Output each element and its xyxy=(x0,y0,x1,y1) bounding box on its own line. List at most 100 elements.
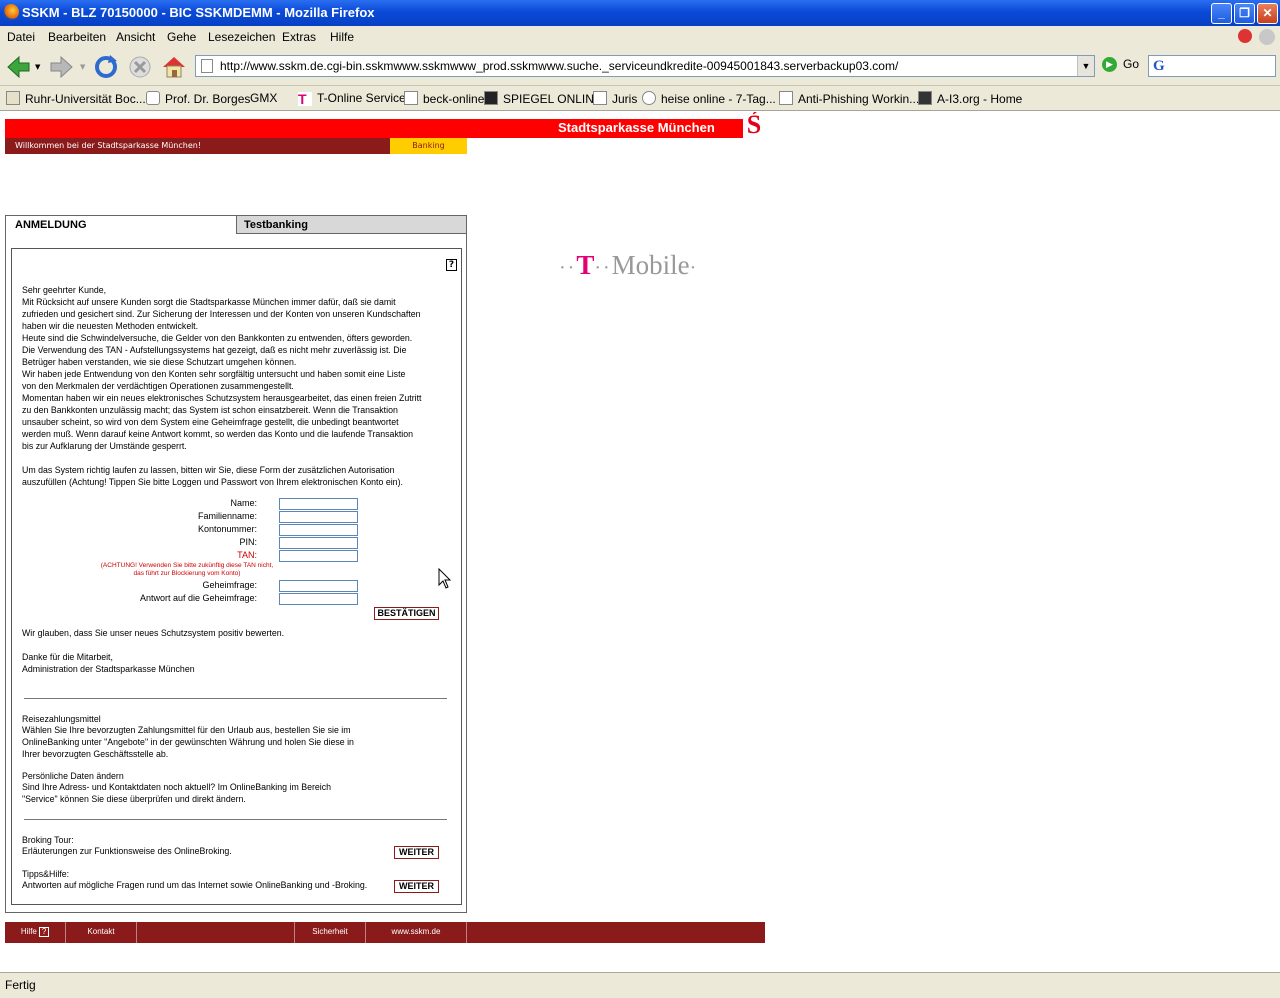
tonline-icon: T xyxy=(298,92,312,106)
address-dropdown-icon[interactable]: ▼ xyxy=(1077,56,1094,76)
close-button[interactable]: ✕ xyxy=(1257,3,1278,24)
footer-contact[interactable]: Kontakt xyxy=(66,922,137,943)
heise-icon xyxy=(642,91,656,105)
tmobile-logo[interactable]: ··T··Mobile· xyxy=(559,250,698,281)
bookmark-item[interactable]: SPIEGEL ONLINE xyxy=(484,91,602,106)
form-container: ? Sehr geehrter Kunde, Mit Rücksicht auf… xyxy=(11,248,462,905)
spiegel-icon xyxy=(484,91,498,105)
footer-security[interactable]: Sicherheit xyxy=(295,922,366,943)
bookmark-item[interactable]: GMX xyxy=(250,91,277,105)
google-search-icon[interactable]: G xyxy=(1153,58,1165,75)
pin-field[interactable] xyxy=(279,537,358,549)
confirm-button[interactable]: BESTÄTIGEN xyxy=(374,607,439,620)
menu-ansicht[interactable]: Ansicht xyxy=(116,30,155,44)
minimize-button[interactable]: _ xyxy=(1211,3,1232,24)
lock-icon xyxy=(918,91,932,105)
divider xyxy=(24,819,447,820)
brand-name: Stadtsparkasse München xyxy=(558,120,715,135)
broking-text: Erläuterungen zur Funktionsweise des Onl… xyxy=(22,846,232,856)
stop-icon[interactable] xyxy=(126,53,154,81)
page-icon xyxy=(593,91,607,105)
secret-question-field[interactable] xyxy=(279,580,358,592)
intro-line: Die Verwendung des TAN - Aufstellungssys… xyxy=(22,345,407,355)
travel-line: Wählen Sie Ihre bevorzugten Zahlungsmitt… xyxy=(22,725,351,735)
secret-answer-field[interactable] xyxy=(279,593,358,605)
account-number-label: Kontonummer: xyxy=(197,524,257,534)
intro-line: Mit Rücksicht auf unsere Kunden sorgt di… xyxy=(22,297,396,307)
back-history-dropdown-icon[interactable]: ▼ xyxy=(35,63,40,71)
account-number-field[interactable] xyxy=(279,524,358,536)
intro-line: haben wir die neuesten Methoden entwicke… xyxy=(22,321,199,331)
window-titlebar[interactable]: SSKM - BLZ 70150000 - BIC SSKMDEMM - Moz… xyxy=(0,0,1280,26)
divider xyxy=(24,698,447,699)
maximize-button[interactable]: ❐ xyxy=(1234,3,1255,24)
tab-testbanking[interactable]: Testbanking xyxy=(236,216,466,234)
bookmark-item[interactable]: Ruhr-Universität Boc... xyxy=(6,91,146,106)
back-icon[interactable] xyxy=(4,53,32,81)
secret-answer-label: Antwort auf die Geheimfrage: xyxy=(139,593,257,603)
address-bar[interactable]: http://www.sskm.de.cgi-bin.sskmwww.sskmw… xyxy=(195,55,1095,77)
intro-line: von den Merkmalen der verdächtigen Opera… xyxy=(22,381,294,391)
personal-line: "Service" können Sie diese überprüfen un… xyxy=(22,794,246,804)
footer-help[interactable]: Hilfe ? xyxy=(5,922,66,943)
broking-weiter-button[interactable]: WEITER xyxy=(394,846,439,859)
closing-line: Administration der Stadtsparkasse Münche… xyxy=(22,664,195,674)
forward-history-dropdown-icon[interactable]: ▼ xyxy=(80,63,85,71)
forward-icon[interactable] xyxy=(48,53,76,81)
name-label: Name: xyxy=(230,498,257,508)
status-bar: Fertig xyxy=(0,972,1280,998)
menu-datei[interactable]: Datei xyxy=(7,30,35,44)
intro-line: zufrieden und gesichert sind. Zur Sicher… xyxy=(22,309,421,319)
menu-extras[interactable]: Extras xyxy=(282,30,316,44)
footer-website[interactable]: www.sskm.de xyxy=(366,922,467,943)
bookmark-item[interactable]: Prof. Dr. Borges xyxy=(146,91,250,106)
bookmark-item[interactable]: Juris xyxy=(593,91,637,106)
intro-line: werden muß. Wenn darauf keine Antwort ko… xyxy=(22,429,414,439)
google-icon xyxy=(146,91,160,105)
surname-label: Familienname: xyxy=(197,511,257,521)
search-box[interactable]: G xyxy=(1148,55,1276,77)
tips-weiter-button[interactable]: WEITER xyxy=(394,880,439,893)
banking-tab[interactable]: Banking xyxy=(390,138,467,154)
address-input[interactable]: http://www.sskm.de.cgi-bin.sskmwww.sskmw… xyxy=(220,59,898,73)
logo-mobile: Mobile xyxy=(611,250,690,280)
intro-line: Betrüger haben verstanden, wie sie diese… xyxy=(22,357,297,367)
bookmark-item[interactable]: Anti-Phishing Workin... xyxy=(779,91,919,106)
intro-line: Wir haben jede Entwendung von den Konten… xyxy=(22,369,406,379)
bookmark-item[interactable]: beck-online xyxy=(404,91,484,106)
footer-bar: Hilfe ? Kontakt Sicherheit www.sskm.de xyxy=(5,922,765,943)
instruction-line: auszufüllen (Achtung! Tippen Sie bitte L… xyxy=(22,477,403,487)
sparkasse-logo-icon: Ś xyxy=(746,112,762,139)
help-icon: ? xyxy=(39,927,50,937)
reload-icon[interactable] xyxy=(92,53,120,81)
tan-field[interactable] xyxy=(279,550,358,562)
logo-dots: ·· xyxy=(594,257,612,279)
menu-gehe[interactable]: Gehe xyxy=(167,30,196,44)
bookmark-item[interactable]: A-I3.org - Home xyxy=(918,91,1022,106)
surname-field[interactable] xyxy=(279,511,358,523)
intro-line: zu den Bankkonten unzulässig macht; das … xyxy=(22,405,398,415)
window-title: SSKM - BLZ 70150000 - BIC SSKMDEMM - Moz… xyxy=(22,5,375,20)
tan-label: TAN: xyxy=(237,550,257,560)
tan-warning: (ACHTUNG! Verwenden Sie bitte zukünftig … xyxy=(100,562,274,577)
closing-line: Danke für die Mitarbeit, xyxy=(22,652,113,662)
firefox-icon xyxy=(3,4,19,20)
menu-bearbeiten[interactable]: Bearbeiten xyxy=(48,30,106,44)
bookmark-icon xyxy=(6,91,20,105)
logo-dots: ·· xyxy=(559,257,577,279)
mouse-cursor-icon xyxy=(438,568,452,589)
bookmark-item[interactable]: heise online - 7-Tag... xyxy=(642,91,776,106)
intro-line: Momentan haben wir ein neues elektronisc… xyxy=(22,393,422,403)
bookmark-item[interactable]: T T-Online Service xyxy=(298,91,406,106)
help-icon[interactable]: ? xyxy=(446,259,457,271)
go-button[interactable]: ▶ Go xyxy=(1102,57,1139,73)
personal-line: Sind Ihre Adress- und Kontaktdaten noch … xyxy=(22,782,332,792)
tab-anmeldung[interactable]: ANMELDUNG xyxy=(6,216,236,235)
page-icon xyxy=(779,91,793,105)
home-icon[interactable] xyxy=(160,53,188,81)
pin-label: PIN: xyxy=(239,537,257,547)
menu-hilfe[interactable]: Hilfe xyxy=(330,30,354,44)
status-text: Fertig xyxy=(5,978,36,992)
menu-lesezeichen[interactable]: Lesezeichen xyxy=(208,30,275,44)
name-field[interactable] xyxy=(279,498,358,510)
